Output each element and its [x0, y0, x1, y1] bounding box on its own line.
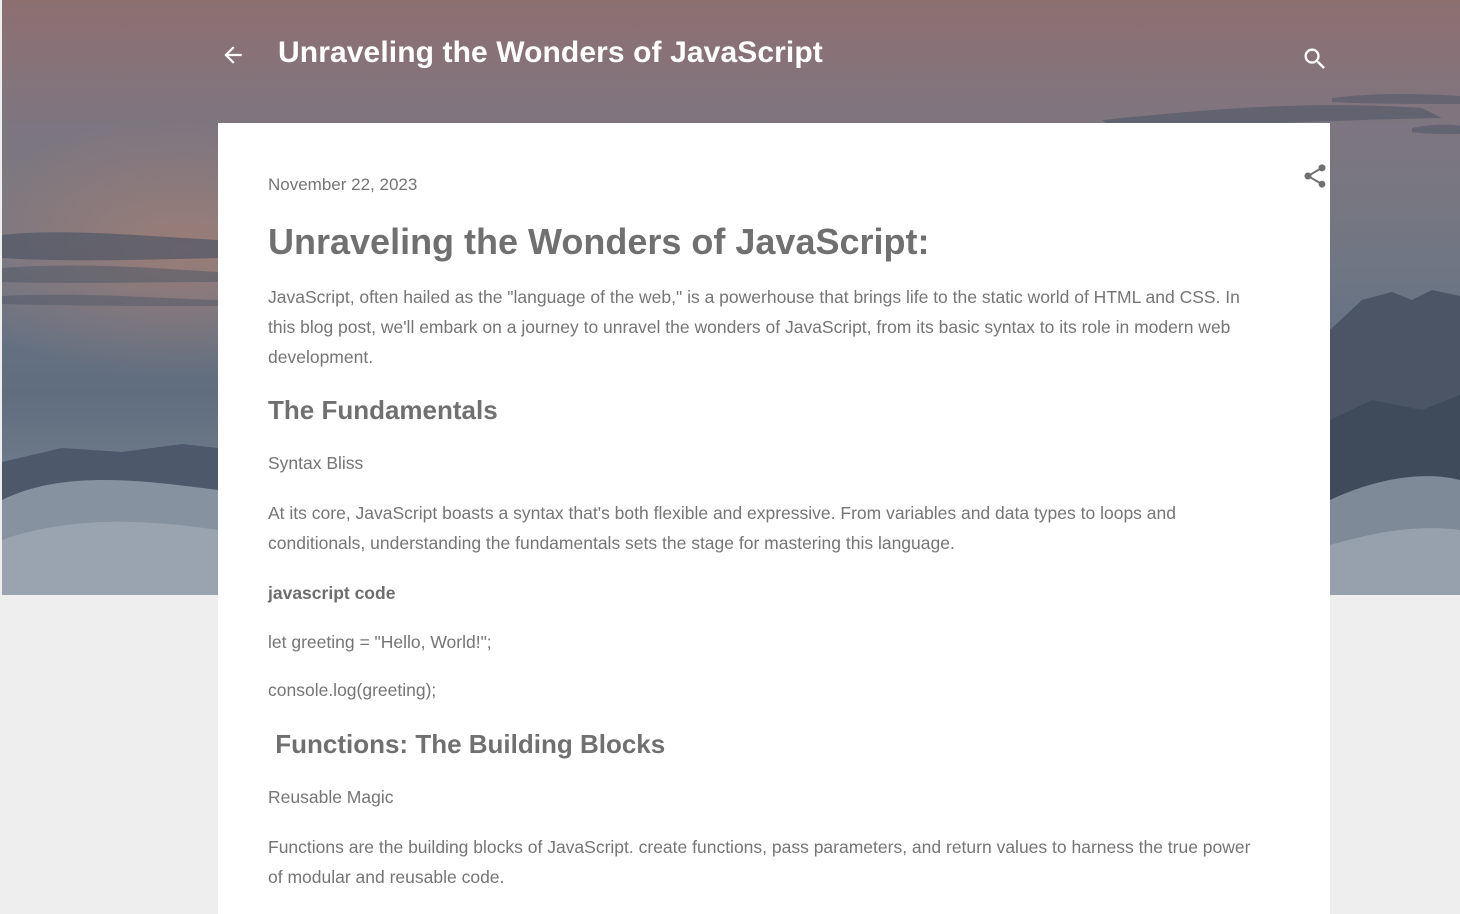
search-button[interactable] [1298, 42, 1332, 76]
subheading-reusable-magic: Reusable Magic [268, 787, 394, 807]
code-line-1: let greeting = "Hello, World!"; [268, 632, 492, 652]
arrow-left-icon [224, 46, 242, 64]
code-label: javascript code [268, 583, 396, 603]
search-icon [1304, 48, 1325, 69]
post-card: November 22, 2023 Unraveling the Wonders… [218, 123, 1330, 914]
fundamentals-paragraph: At its core, JavaScript boasts a syntax … [268, 503, 1176, 553]
top-navigation-bar: Unraveling the Wonders of JavaScript [0, 0, 1460, 110]
code-line-2: console.log(greeting); [268, 680, 437, 700]
page: Unraveling the Wonders of JavaScript Nov… [0, 0, 1460, 914]
share-icon [1304, 164, 1326, 188]
post-date[interactable]: November 22, 2023 [268, 175, 417, 195]
post-title: Unraveling the Wonders of JavaScript: [268, 221, 930, 262]
share-button[interactable] [1298, 159, 1332, 193]
section-heading-functions: Functions: The Building Blocks [268, 729, 666, 759]
back-button[interactable] [216, 38, 250, 72]
intro-paragraph: JavaScript, often hailed as the "languag… [268, 287, 1240, 367]
section-heading-fundamentals: The Fundamentals [268, 395, 498, 425]
blog-title-link[interactable]: Unraveling the Wonders of JavaScript [278, 36, 823, 70]
functions-paragraph: Functions are the building blocks of Jav… [268, 837, 1251, 887]
subheading-syntax-bliss: Syntax Bliss [268, 453, 364, 473]
